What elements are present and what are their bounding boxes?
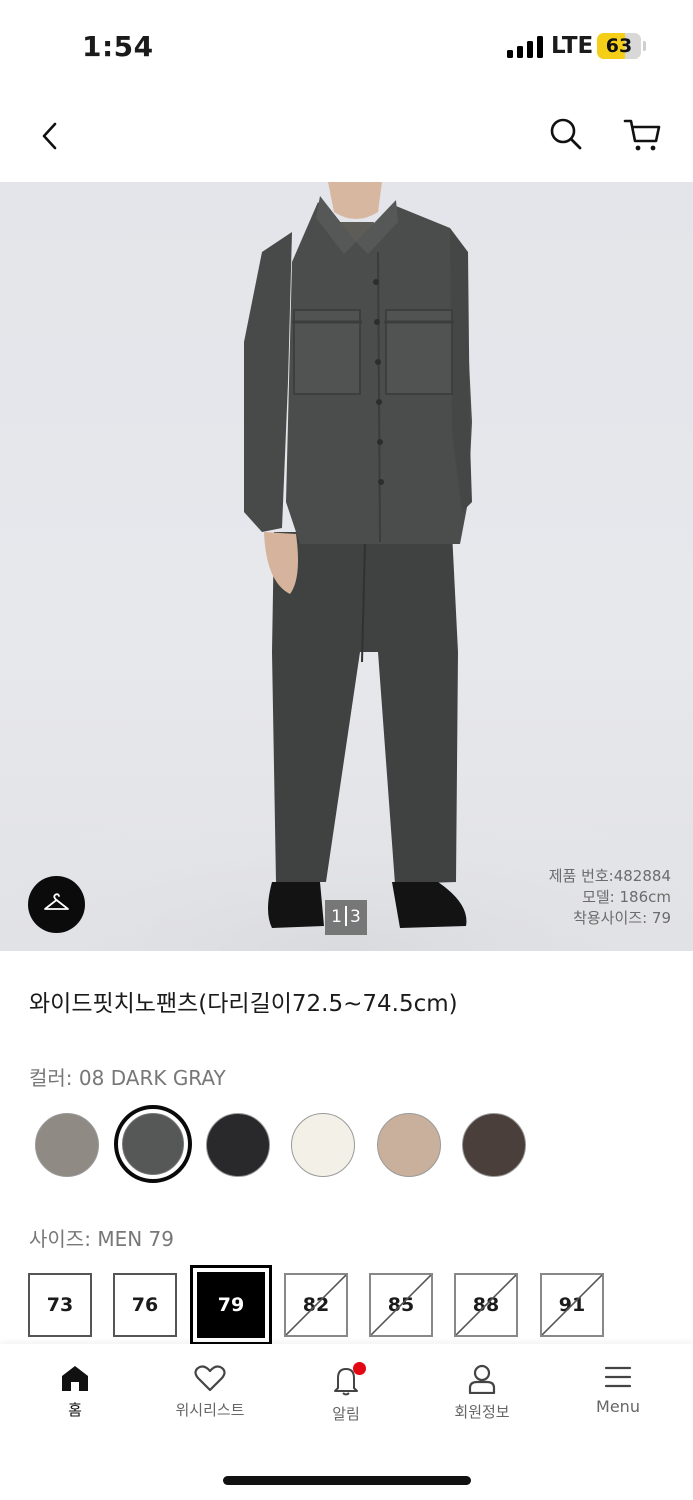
cart-icon[interactable] bbox=[622, 114, 664, 154]
battery-icon: 63 bbox=[597, 33, 641, 59]
product-number: 제품 번호:482884 bbox=[548, 867, 671, 885]
size-option[interactable]: 76 bbox=[113, 1273, 177, 1337]
sold-out-slash bbox=[286, 1275, 346, 1335]
color-swatch[interactable] bbox=[291, 1113, 355, 1177]
color-swatch-fill bbox=[122, 1113, 184, 1175]
tab-home-label: 홈 bbox=[68, 1401, 82, 1419]
bottom-tab-bar: 홈 위시리스트 알림 회원정보 Menu bbox=[0, 1344, 693, 1500]
signal-icon bbox=[507, 36, 543, 58]
sold-out-slash bbox=[456, 1275, 516, 1335]
size-option[interactable]: 79 bbox=[190, 1265, 272, 1345]
selected-size: MEN 79 bbox=[97, 1227, 174, 1251]
counter-separator bbox=[345, 906, 347, 926]
color-label-line: 컬러: 08 DARK GRAY bbox=[29, 1062, 226, 1091]
image-counter-current: 1 bbox=[331, 907, 342, 927]
color-swatch[interactable] bbox=[114, 1105, 192, 1183]
size-option[interactable]: 73 bbox=[28, 1273, 92, 1337]
size-option[interactable]: 88 bbox=[454, 1273, 518, 1337]
tab-wishlist-label: 위시리스트 bbox=[175, 1401, 245, 1419]
model-height: 모델: 186cm bbox=[582, 888, 671, 906]
home-indicator bbox=[223, 1476, 471, 1485]
status-time: 1:54 bbox=[82, 30, 154, 63]
user-icon bbox=[468, 1364, 496, 1394]
size-label-line: 사이즈: MEN 79 bbox=[29, 1223, 174, 1252]
notification-dot bbox=[353, 1362, 366, 1375]
tab-member-info[interactable]: 회원정보 bbox=[427, 1364, 537, 1422]
tab-wishlist[interactable]: 위시리스트 bbox=[155, 1364, 265, 1420]
status-bar: 1:54 LTE 63 bbox=[0, 0, 693, 92]
model-info: 제품 번호:482884 모델: 186cm 착용사이즈: 79 bbox=[549, 866, 671, 929]
size-option[interactable]: 85 bbox=[369, 1273, 433, 1337]
network-label: LTE bbox=[551, 33, 594, 59]
worn-size: 착용사이즈: 79 bbox=[573, 909, 671, 927]
color-swatch[interactable] bbox=[377, 1113, 441, 1177]
battery-nub bbox=[643, 41, 646, 51]
home-icon bbox=[62, 1366, 88, 1391]
image-counter-total: 3 bbox=[350, 907, 361, 927]
size-option-label: 73 bbox=[46, 1294, 74, 1316]
product-title: 와이드핏치노팬츠(다리길이72.5~74.5cm) bbox=[29, 991, 458, 1017]
size-option-label: 79 bbox=[217, 1294, 245, 1316]
heart-icon bbox=[194, 1365, 226, 1392]
search-icon[interactable] bbox=[546, 114, 586, 154]
fit-guide-button[interactable] bbox=[28, 876, 85, 933]
size-option-fill: 79 bbox=[197, 1272, 265, 1338]
size-label: 사이즈: bbox=[29, 1227, 91, 1251]
tab-alerts[interactable]: 알림 bbox=[291, 1362, 401, 1424]
color-label: 컬러: bbox=[29, 1066, 73, 1090]
color-swatch[interactable] bbox=[462, 1113, 526, 1177]
sold-out-slash bbox=[371, 1275, 431, 1335]
hanger-icon bbox=[44, 893, 69, 910]
tab-home[interactable]: 홈 bbox=[20, 1364, 130, 1420]
tab-alerts-label: 알림 bbox=[332, 1405, 360, 1423]
model-photo bbox=[0, 182, 693, 951]
header bbox=[0, 92, 693, 182]
chevron-left-icon[interactable] bbox=[34, 116, 68, 156]
tab-menu[interactable]: Menu bbox=[563, 1364, 673, 1416]
selected-color: 08 DARK GRAY bbox=[78, 1066, 226, 1090]
product-image[interactable]: 제품 번호:482884 모델: 186cm 착용사이즈: 79 13 bbox=[0, 182, 693, 951]
size-option-label: 76 bbox=[131, 1294, 159, 1316]
image-counter: 13 bbox=[325, 900, 367, 935]
tab-menu-label: Menu bbox=[596, 1397, 640, 1416]
tab-member-info-label: 회원정보 bbox=[454, 1403, 510, 1421]
color-swatch[interactable] bbox=[35, 1113, 99, 1177]
size-option[interactable]: 91 bbox=[540, 1273, 604, 1337]
menu-icon bbox=[604, 1366, 632, 1388]
size-option[interactable]: 82 bbox=[284, 1273, 348, 1337]
battery-level: 63 bbox=[605, 35, 633, 57]
sold-out-slash bbox=[542, 1275, 602, 1335]
color-swatch[interactable] bbox=[206, 1113, 270, 1177]
